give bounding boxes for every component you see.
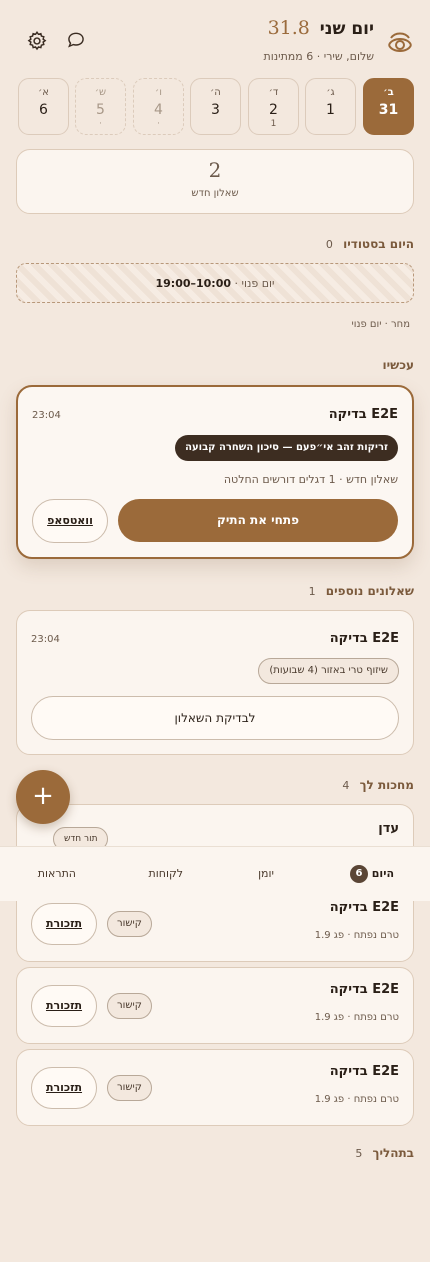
- tab-journal[interactable]: יומן: [258, 867, 274, 880]
- section-count: 5: [355, 1147, 363, 1160]
- day-number: 4: [154, 102, 163, 118]
- today-count-badge: 6: [349, 865, 368, 883]
- client-name: E2E בדיקה: [328, 407, 398, 422]
- day-number: 6: [39, 102, 48, 118]
- greeting-subtitle: שלום, שירי · 6 ממתינות: [263, 50, 374, 63]
- day-letter: ד׳: [268, 87, 279, 98]
- day-chip[interactable]: ג׳ 1: [305, 78, 356, 135]
- appointment-time: 23:04: [32, 410, 61, 421]
- day-number: 3: [211, 102, 220, 118]
- day-count: ·: [157, 119, 160, 129]
- day-letter: ג׳: [326, 87, 335, 98]
- tab-label: היום: [371, 867, 394, 880]
- open-file-button[interactable]: פתחי את התיק: [118, 499, 398, 542]
- new-questionnaire-count: 2: [208, 158, 222, 182]
- client-name: E2E בדיקה: [329, 982, 399, 997]
- section-now: עכשיו: [382, 358, 414, 372]
- day-number: 1: [326, 102, 335, 118]
- day-off-hours: 10:00–19:00: [155, 277, 232, 290]
- day-letter: ב׳: [383, 87, 394, 98]
- reminder-button[interactable]: תזכורת: [31, 1067, 97, 1109]
- section-count: 1: [308, 585, 316, 598]
- section-title: בתהליך: [372, 1146, 414, 1160]
- new-questionnaire-label: שאלון חדש: [191, 188, 239, 199]
- link-tag: קישור: [107, 911, 152, 937]
- day-letter: א׳: [38, 87, 49, 98]
- day-letter: ה׳: [210, 87, 221, 98]
- section-count: 4: [342, 779, 350, 792]
- plus-icon: +: [32, 781, 54, 811]
- waiting-item[interactable]: E2E בדיקה טרם נפתח · פג 1.9 קישור תזכורת: [16, 967, 414, 1044]
- page-title: יום שני 31.8: [268, 17, 374, 39]
- section-in-progress: בתהליך 5: [355, 1146, 414, 1160]
- client-name: E2E בדיקה: [329, 900, 399, 915]
- day-chip[interactable]: ו׳ 4 ·: [133, 78, 184, 135]
- day-off-banner: יום פנוי · 10:00–19:00: [16, 263, 414, 303]
- add-button[interactable]: +: [16, 770, 70, 824]
- temperature-value: 31.8: [267, 17, 310, 39]
- risk-tag: זריקות זהב אי״פעם — סיכון השחרה קבועה: [175, 435, 398, 461]
- section-title: היום בסטודיו: [343, 237, 414, 251]
- day-number: 5: [96, 102, 105, 118]
- now-client-card: E2E בדיקה 23:04 זריקות זהב אי״פעם — סיכו…: [16, 385, 414, 559]
- day-chip[interactable]: ש׳ 5 ·: [75, 78, 126, 135]
- day-chip[interactable]: א׳ 6: [18, 78, 69, 135]
- day-count: ·: [99, 119, 102, 129]
- section-count: 0: [325, 238, 333, 251]
- day-letter: ש׳: [94, 87, 107, 98]
- waiting-item[interactable]: E2E בדיקה טרם נפתח · פג 1.9 קישור תזכורת: [16, 1049, 414, 1126]
- day-chip[interactable]: ב׳ 31: [363, 78, 414, 135]
- section-title: שאלונים נוספים: [325, 584, 414, 598]
- day-number: 2: [269, 102, 278, 118]
- tab-clients[interactable]: לקוחות: [149, 867, 183, 880]
- appointment-time: 23:04: [31, 634, 60, 645]
- day-title: יום שני: [319, 19, 374, 39]
- questionnaire-meta: שאלון חדש · 1 דגלים דורשים החלטה: [223, 473, 398, 486]
- day-chip[interactable]: ד׳ 2 1: [248, 78, 299, 135]
- new-questionnaire-card[interactable]: 2 שאלון חדש: [16, 149, 414, 214]
- review-questionnaire-button[interactable]: לבדיקת השאלון: [31, 696, 399, 740]
- day-count: 1: [270, 119, 277, 129]
- section-title: עכשיו: [382, 358, 414, 372]
- client-name: E2E בדיקה: [329, 631, 399, 646]
- link-tag: קישור: [107, 993, 152, 1019]
- questionnaire-card: E2E בדיקה 23:04 שיזוף טרי באזור (4 שבועו…: [16, 610, 414, 755]
- section-title: מחכות לך: [359, 778, 414, 792]
- bottom-tab-bar: היום 6 יומן לקוחות התראות: [0, 846, 430, 901]
- tab-alerts[interactable]: התראות: [38, 867, 76, 880]
- gear-icon[interactable]: [26, 30, 48, 52]
- chat-bubble-icon[interactable]: [66, 30, 88, 52]
- tab-today[interactable]: היום 6: [346, 865, 394, 883]
- condition-tag: שיזוף טרי באזור (4 שבועות): [258, 658, 399, 684]
- day-chip[interactable]: ה׳ 3: [190, 78, 241, 135]
- item-status: טרם נפתח · פג 1.9: [314, 930, 399, 941]
- section-waiting: מחכות לך 4: [342, 778, 414, 792]
- tomorrow-note: מחר · יום פנוי: [351, 319, 411, 330]
- reminder-button[interactable]: תזכורת: [31, 985, 97, 1027]
- eye-logo-icon: [386, 28, 414, 56]
- client-name: E2E בדיקה: [329, 1064, 399, 1079]
- link-tag: קישור: [107, 1075, 152, 1101]
- day-number: 31: [378, 102, 399, 118]
- item-status: טרם נפתח · פג 1.9: [314, 1012, 399, 1023]
- reminder-button[interactable]: תזכורת: [31, 903, 97, 945]
- section-more-questionnaires: שאלונים נוספים 1: [309, 584, 414, 598]
- whatsapp-button[interactable]: וואטסאפ: [32, 499, 108, 543]
- section-today-studio: היום בסטודיו 0: [326, 237, 414, 251]
- client-name: עדן: [378, 821, 399, 836]
- item-status: טרם נפתח · פג 1.9: [314, 1094, 399, 1105]
- day-letter: ו׳: [155, 87, 162, 98]
- day-off-label: יום פנוי ·: [234, 277, 275, 290]
